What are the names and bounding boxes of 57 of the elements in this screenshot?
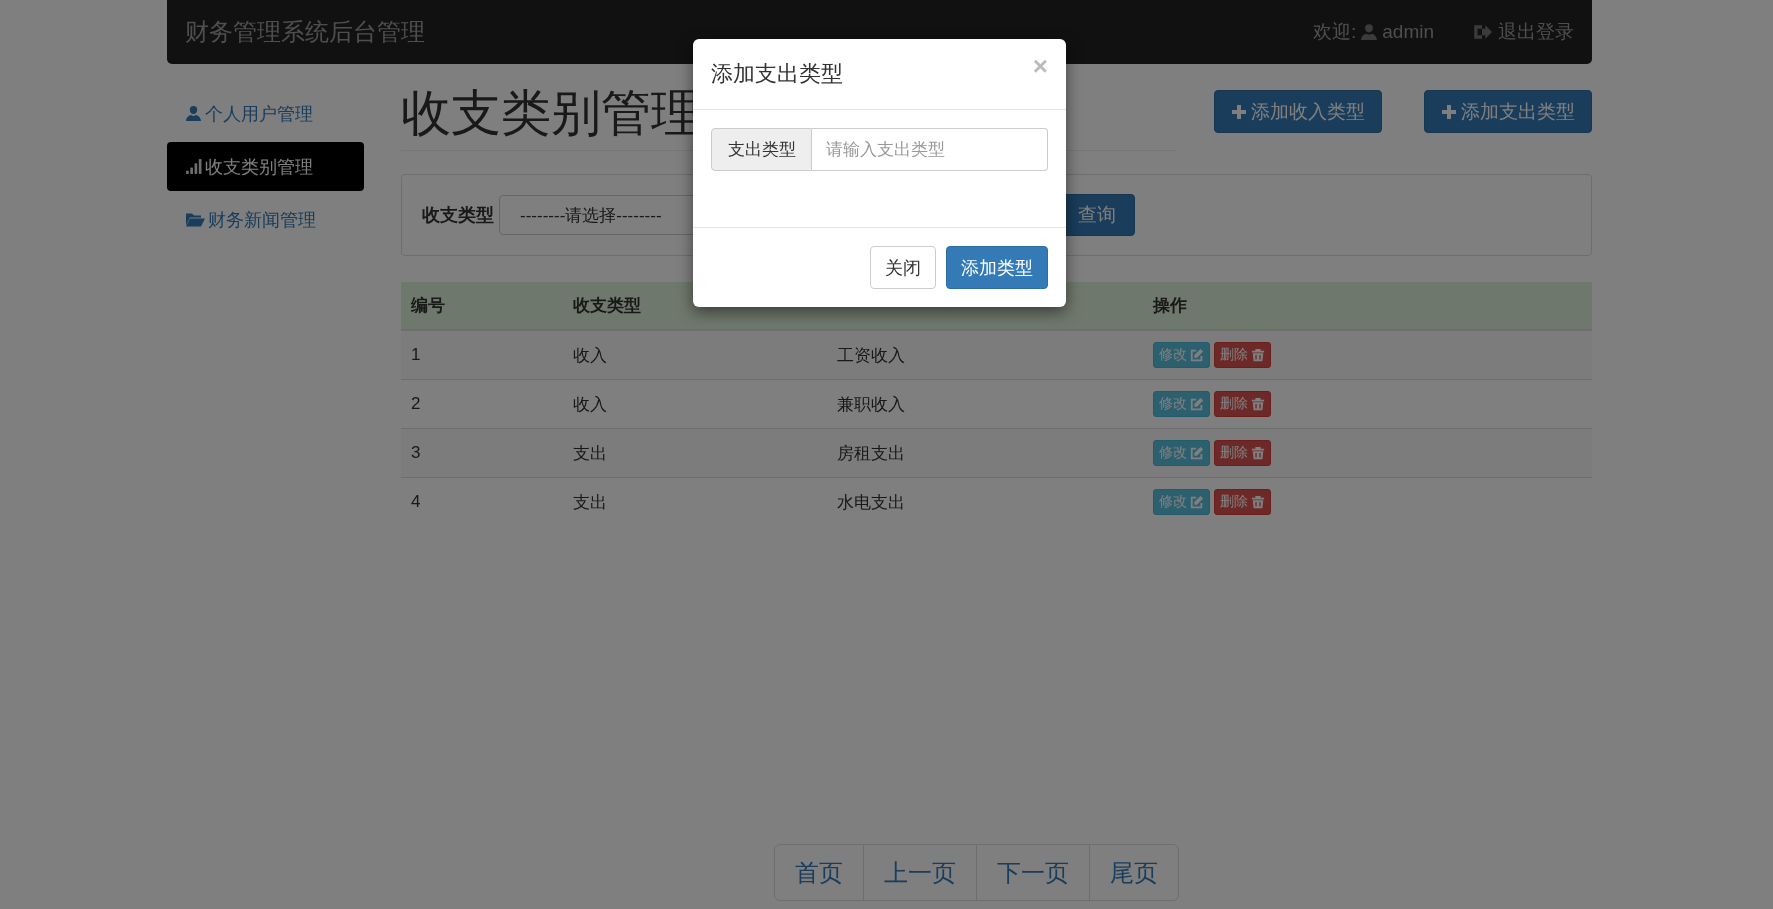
page-link[interactable]: 首页 bbox=[775, 845, 863, 900]
delete-button[interactable]: 删除 bbox=[1214, 440, 1271, 466]
edit-button[interactable]: 修改 bbox=[1153, 391, 1210, 417]
page-link[interactable]: 下一页 bbox=[976, 845, 1089, 900]
delete-button[interactable]: 删除 bbox=[1214, 489, 1271, 515]
add-type-button[interactable]: 添加类型 bbox=[946, 246, 1048, 289]
table-cell: 2 bbox=[411, 394, 421, 414]
table-cell-text: 兼职收入 bbox=[837, 393, 905, 416]
table-cell-text: 收入 bbox=[573, 393, 607, 416]
edit-button[interactable]: 修改 bbox=[1153, 489, 1210, 515]
sidebar-item[interactable]: 收支类别管理 bbox=[167, 142, 364, 191]
edit-icon bbox=[1190, 348, 1204, 362]
edit-button[interactable]: 修改 bbox=[1153, 342, 1210, 368]
edit-icon bbox=[1190, 446, 1204, 460]
add-button[interactable]: 添加收入类型 bbox=[1214, 90, 1382, 133]
sidebar-item[interactable]: 个人用户管理 bbox=[167, 89, 364, 138]
table-cell-text: 房租支出 bbox=[837, 442, 905, 465]
add-button[interactable]: 添加支出类型 bbox=[1424, 90, 1592, 133]
logout-link[interactable]: 退出登录 bbox=[1498, 19, 1574, 45]
field-label: 支出类型 bbox=[711, 128, 812, 171]
table-cell: 1 bbox=[411, 345, 421, 365]
close-button[interactable]: × bbox=[1032, 50, 1048, 82]
username-link[interactable]: admin bbox=[1382, 21, 1434, 43]
column-header: 编号 bbox=[411, 295, 445, 317]
table-cell: 3 bbox=[411, 443, 421, 463]
trash-icon bbox=[1251, 397, 1265, 411]
sidebar-item[interactable]: 财务新闻管理 bbox=[167, 195, 364, 244]
logout-icon bbox=[1472, 23, 1492, 41]
page-link[interactable]: 尾页 bbox=[1089, 845, 1178, 900]
signal-bars-icon bbox=[185, 158, 202, 175]
table-cell-text: 水电支出 bbox=[837, 491, 905, 514]
edit-button[interactable]: 修改 bbox=[1153, 440, 1210, 466]
trash-icon bbox=[1251, 348, 1265, 362]
close-dialog-button[interactable]: 关闭 bbox=[870, 246, 936, 289]
column-header: 操作 bbox=[1153, 295, 1187, 317]
user-icon bbox=[185, 105, 202, 122]
brand-title[interactable]: 财务管理系统后台管理 bbox=[185, 16, 425, 48]
delete-button[interactable]: 删除 bbox=[1214, 391, 1271, 417]
table-cell-text: 工资收入 bbox=[837, 344, 905, 367]
edit-icon bbox=[1190, 495, 1204, 509]
edit-icon bbox=[1190, 397, 1204, 411]
folder-icon bbox=[185, 211, 205, 228]
page-link[interactable]: 上一页 bbox=[863, 845, 976, 900]
user-icon bbox=[1360, 23, 1379, 41]
plus-icon bbox=[1231, 103, 1247, 120]
table-cell-text: 支出 bbox=[573, 491, 607, 514]
input-field[interactable]: 请输入支出类型 bbox=[812, 128, 1048, 171]
table-cell: 4 bbox=[411, 492, 421, 512]
column-header: 收支类型 bbox=[573, 295, 641, 317]
trash-icon bbox=[1251, 446, 1265, 460]
table-cell-text: 支出 bbox=[573, 442, 607, 465]
trash-icon bbox=[1251, 495, 1265, 509]
filter-label: 收支类型 bbox=[422, 204, 494, 227]
welcome-label: 欢迎: bbox=[1312, 20, 1357, 44]
table-cell-text: 收入 bbox=[573, 344, 607, 367]
delete-button[interactable]: 删除 bbox=[1214, 342, 1271, 368]
plus-icon bbox=[1441, 103, 1457, 120]
